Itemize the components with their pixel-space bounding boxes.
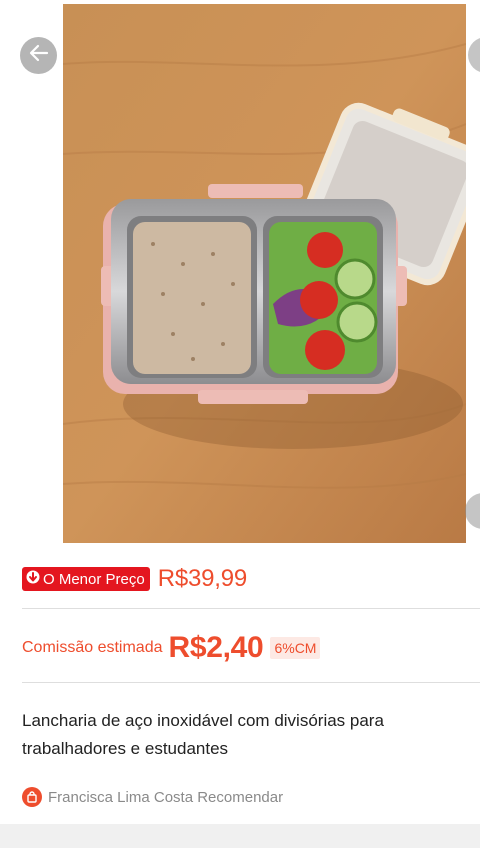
commission-row: Comissão estimada R$2,40 6%CM bbox=[22, 628, 321, 668]
lowest-price-badge: O Menor Preço bbox=[22, 567, 150, 591]
commission-value: R$2,40 bbox=[168, 631, 264, 664]
product-price: R$39,99 bbox=[157, 565, 248, 592]
section-separator bbox=[0, 824, 480, 848]
commission-label: Comissão estimada bbox=[22, 639, 163, 656]
product-image-gallery[interactable] bbox=[0, 0, 480, 548]
divider bbox=[22, 608, 480, 609]
shop-bag-icon bbox=[22, 787, 42, 807]
price-row: O Menor Preço R$39,99 bbox=[22, 563, 247, 595]
back-button[interactable] bbox=[20, 37, 57, 74]
product-title: Lancharia de aço inoxidável com divisóri… bbox=[22, 711, 384, 758]
commission-rate-badge: 6%CM bbox=[270, 637, 321, 659]
recommender-text: Francisca Lima Costa Recomendar bbox=[48, 788, 284, 806]
product-photo[interactable] bbox=[63, 4, 466, 543]
image-counter-button[interactable] bbox=[465, 493, 480, 529]
recommender-row[interactable]: Francisca Lima Costa Recomendar bbox=[22, 787, 283, 807]
arrow-left-icon bbox=[28, 42, 50, 69]
badge-label: O Menor Preço bbox=[43, 570, 145, 588]
divider bbox=[22, 682, 480, 683]
share-button[interactable] bbox=[468, 37, 480, 73]
arrow-down-icon bbox=[26, 570, 40, 588]
